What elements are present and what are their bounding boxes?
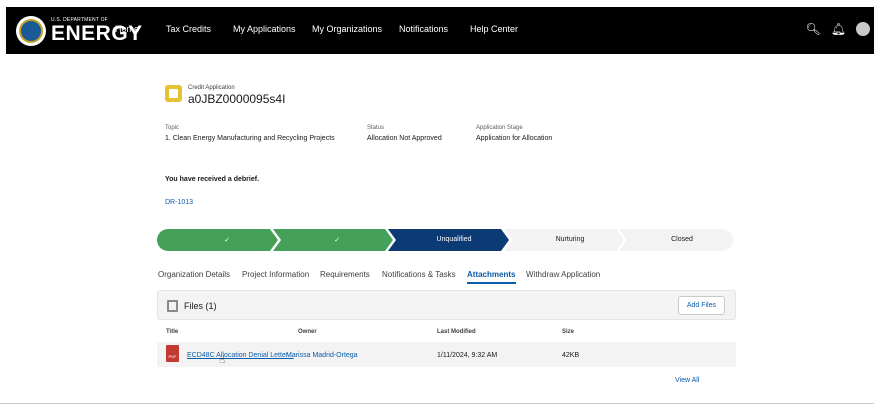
file-title-link[interactable]: ECD48C Allocation Denial Letter... bbox=[187, 352, 294, 359]
divider bbox=[0, 403, 874, 404]
active-tab-indicator bbox=[467, 282, 516, 284]
bell-icon[interactable]: 🔔︎ bbox=[831, 21, 846, 37]
application-stage-label: Application Stage bbox=[476, 125, 523, 131]
column-title[interactable]: Title bbox=[166, 329, 178, 335]
record-name: a0JBZ0000095s4I bbox=[188, 92, 286, 106]
tab-withdraw-application[interactable]: Withdraw Application bbox=[526, 270, 600, 279]
application-stage-value: Application for Allocation bbox=[476, 135, 553, 142]
debrief-message: You have received a debrief. bbox=[165, 176, 260, 183]
stage-unqualified[interactable]: Unqualified bbox=[419, 236, 489, 243]
file-icon bbox=[167, 300, 178, 312]
credit-application-icon bbox=[165, 85, 182, 102]
pdf-file-icon: PDF bbox=[166, 345, 179, 362]
tab-project-information[interactable]: Project Information bbox=[242, 270, 309, 279]
files-card: Files (1) Add Files Title Owner Last Mod… bbox=[157, 290, 736, 386]
stage-1-check-icon[interactable]: ✓ bbox=[197, 236, 257, 244]
file-size: 42KB bbox=[562, 352, 580, 359]
file-last-modified: 1/11/2024, 9:32 AM bbox=[437, 352, 498, 359]
record-type-label: Credit Application bbox=[188, 85, 235, 91]
file-owner-link[interactable]: Marissa Madrid-Ortega bbox=[286, 352, 358, 359]
nav-my-organizations[interactable]: My Organizations bbox=[312, 24, 382, 34]
search-icon[interactable]: 🔍︎ bbox=[806, 21, 821, 37]
files-title[interactable]: Files (1) bbox=[184, 301, 217, 311]
nav-home[interactable]: Home bbox=[115, 24, 139, 34]
status-label: Status bbox=[367, 125, 385, 131]
tab-notifications-tasks[interactable]: Notifications & Tasks bbox=[382, 270, 456, 279]
column-last-modified[interactable]: Last Modified bbox=[437, 329, 476, 335]
stage-closed[interactable]: Closed bbox=[647, 236, 717, 243]
nav-my-applications[interactable]: My Applications bbox=[233, 24, 296, 34]
stage-path: ✓ ✓ Unqualified Nurturing Closed bbox=[157, 229, 733, 251]
files-card-header: Files (1) Add Files bbox=[157, 290, 736, 320]
global-header: U.S. DEPARTMENT OF ENERGY Home Tax Credi… bbox=[6, 7, 874, 54]
user-avatar-icon[interactable] bbox=[856, 22, 870, 36]
status-value: Allocation Not Approved bbox=[367, 135, 442, 142]
mouse-pointer-icon: ☝︎ bbox=[219, 355, 226, 366]
tab-requirements[interactable]: Requirements bbox=[320, 270, 370, 279]
debrief-link[interactable]: DR-1013 bbox=[165, 199, 193, 206]
nav-help-center[interactable]: Help Center bbox=[470, 24, 518, 34]
doe-seal-icon bbox=[16, 16, 46, 46]
tab-attachments[interactable]: Attachments bbox=[467, 270, 515, 279]
column-size[interactable]: Size bbox=[562, 329, 574, 335]
stage-nurturing[interactable]: Nurturing bbox=[535, 236, 605, 243]
view-all-link[interactable]: View All bbox=[675, 377, 699, 384]
nav-tax-credits[interactable]: Tax Credits bbox=[166, 24, 211, 34]
stage-2-check-icon[interactable]: ✓ bbox=[307, 236, 367, 244]
add-files-button[interactable]: Add Files bbox=[677, 296, 725, 315]
topic-value: 1. Clean Energy Manufacturing and Recycl… bbox=[165, 135, 335, 142]
topic-label: Topic bbox=[165, 125, 180, 131]
nav-notifications[interactable]: Notifications bbox=[399, 24, 448, 34]
tab-organization-details[interactable]: Organization Details bbox=[158, 270, 230, 279]
column-owner[interactable]: Owner bbox=[298, 329, 317, 335]
